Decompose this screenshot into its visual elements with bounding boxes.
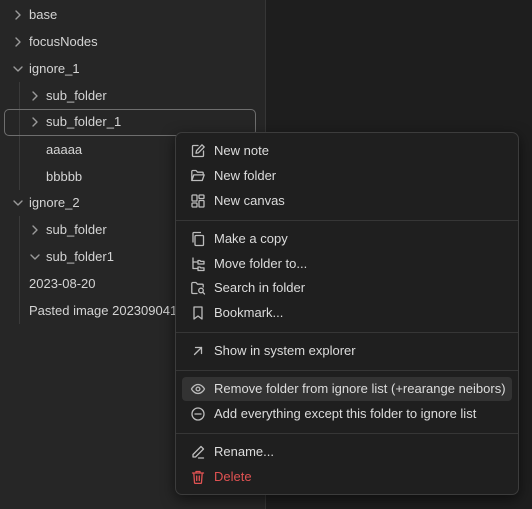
menu-item-add-everything-except[interactable]: Add everything except this folder to ign…	[182, 402, 512, 426]
menu-separator	[176, 370, 518, 371]
menu-item-rename[interactable]: Rename...	[182, 440, 512, 464]
menu-item-label: Show in system explorer	[214, 343, 356, 358]
menu-item-label: Rename...	[214, 444, 274, 459]
menu-separator	[176, 332, 518, 333]
context-menu: New note New folder New canvas Make a co…	[175, 132, 519, 495]
tree-item-label: sub_folder1	[46, 249, 114, 264]
tree-folder-ignore-1[interactable]: ignore_1	[8, 57, 258, 81]
menu-item-label: Bookmark...	[214, 305, 284, 320]
chevron-right-icon	[12, 9, 24, 21]
menu-item-delete[interactable]: Delete	[182, 465, 512, 489]
menu-item-label: New canvas	[214, 193, 285, 208]
menu-item-label: Move folder to...	[214, 256, 308, 271]
tree-item-label: sub_folder	[46, 88, 107, 103]
minus-circle-icon	[190, 406, 206, 422]
chevron-down-icon	[29, 251, 41, 263]
indent-guide	[19, 82, 20, 190]
tree-folder-base[interactable]: base	[8, 3, 258, 27]
chevron-right-icon	[29, 90, 41, 102]
folder-search-icon	[190, 280, 206, 296]
menu-item-new-folder[interactable]: New folder	[182, 164, 512, 188]
tree-item-label: bbbbb	[46, 169, 83, 184]
menu-item-new-canvas[interactable]: New canvas	[182, 189, 512, 213]
app-window: base focusNodes ignore_1 sub_folder sub_	[0, 0, 532, 509]
pencil-icon	[190, 444, 206, 460]
edit-note-icon	[190, 143, 206, 159]
copy-icon	[190, 231, 206, 247]
menu-item-search-in-folder[interactable]: Search in folder	[182, 276, 512, 300]
menu-item-label: New folder	[214, 168, 277, 183]
chevron-right-icon	[29, 224, 41, 236]
menu-item-show-in-explorer[interactable]: Show in system explorer	[182, 339, 512, 363]
menu-separator	[176, 220, 518, 221]
folder-open-icon	[190, 168, 206, 184]
menu-item-label: Make a copy	[214, 231, 288, 246]
chevron-right-icon	[29, 116, 41, 128]
eye-icon	[190, 381, 206, 397]
arrow-up-right-icon	[190, 343, 206, 359]
tree-item-label: aaaaa	[46, 142, 83, 157]
menu-item-label: Remove folder from ignore list (+rearang…	[214, 381, 506, 396]
menu-item-make-copy[interactable]: Make a copy	[182, 227, 512, 251]
menu-item-label: Add everything except this folder to ign…	[214, 406, 477, 421]
canvas-grid-icon	[190, 193, 206, 209]
folder-tree-icon	[190, 256, 206, 272]
tree-item-label: base	[29, 7, 58, 22]
tree-item-label: ignore_1	[29, 61, 80, 76]
tree-item-label: sub_folder	[46, 222, 107, 237]
tree-item-label: 2023-08-20	[29, 276, 96, 291]
chevron-down-icon	[12, 63, 24, 75]
chevron-right-icon	[12, 36, 24, 48]
trash-icon	[190, 469, 206, 485]
tree-folder-focusnodes[interactable]: focusNodes	[8, 30, 258, 54]
menu-item-label: Search in folder	[214, 280, 306, 295]
tree-item-label: sub_folder_1	[46, 114, 122, 129]
bookmark-icon	[190, 305, 206, 321]
tree-item-label: ignore_2	[29, 195, 80, 210]
menu-separator	[176, 433, 518, 434]
menu-item-remove-from-ignore[interactable]: Remove folder from ignore list (+rearang…	[182, 377, 512, 401]
chevron-down-icon	[12, 197, 24, 209]
tree-item-label: focusNodes	[29, 34, 98, 49]
menu-item-move-folder[interactable]: Move folder to...	[182, 252, 512, 276]
menu-item-label: New note	[214, 143, 269, 158]
tree-item-label: Pasted image 202309041	[29, 303, 178, 318]
menu-item-label: Delete	[214, 469, 252, 484]
menu-item-new-note[interactable]: New note	[182, 139, 512, 163]
tree-folder-sub-folder[interactable]: sub_folder	[25, 84, 258, 108]
menu-item-bookmark[interactable]: Bookmark...	[182, 301, 512, 325]
